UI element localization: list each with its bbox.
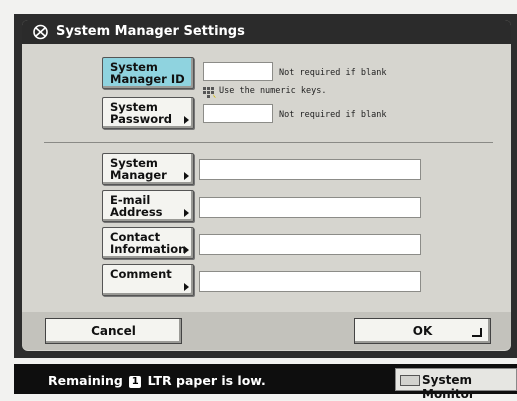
email-address-button[interactable]: E-mail Address bbox=[102, 190, 194, 222]
system-monitor-button[interactable]: System Monitor bbox=[395, 368, 517, 401]
system-password-note: Not required if blank bbox=[279, 110, 387, 120]
comment-label: Comment bbox=[110, 267, 172, 281]
cancel-label: Cancel bbox=[91, 324, 136, 338]
comment-button[interactable]: Comment bbox=[102, 264, 194, 296]
paper-tray-badge: 1 bbox=[129, 376, 142, 388]
system-monitor-label: System Monitor bbox=[422, 373, 475, 401]
numeric-keys-hint: Use the numeric keys. bbox=[219, 86, 327, 96]
cancel-button[interactable]: Cancel bbox=[45, 318, 182, 344]
arrow-right-icon bbox=[184, 116, 189, 124]
contact-information-label: Contact Information bbox=[110, 230, 187, 256]
enter-icon bbox=[472, 328, 482, 337]
email-address-label: E-mail Address bbox=[110, 193, 163, 219]
status-message: Remaining 1 LTR paper is low. bbox=[48, 373, 266, 388]
numeric-keys-icon bbox=[203, 84, 217, 103]
title-bar: System Manager Settings bbox=[22, 20, 511, 44]
settings-wrench-icon bbox=[32, 24, 49, 44]
system-manager-id-button[interactable]: System Manager ID bbox=[102, 57, 194, 89]
system-password-button[interactable]: System Password bbox=[102, 97, 194, 129]
system-monitor-icon bbox=[400, 375, 420, 386]
ok-button[interactable]: OK bbox=[354, 318, 491, 344]
system-password-field[interactable] bbox=[203, 104, 273, 123]
system-manager-id-label: System Manager ID bbox=[110, 60, 185, 86]
comment-field[interactable] bbox=[199, 271, 421, 292]
section-divider bbox=[44, 142, 493, 143]
contact-information-field[interactable] bbox=[199, 234, 421, 255]
arrow-right-icon bbox=[184, 246, 189, 254]
system-manager-id-note: Not required if blank bbox=[279, 68, 387, 78]
system-manager-button[interactable]: System Manager bbox=[102, 153, 194, 185]
email-address-field[interactable] bbox=[199, 197, 421, 218]
system-manager-id-field[interactable] bbox=[203, 62, 273, 81]
arrow-right-icon bbox=[184, 283, 189, 291]
arrow-right-icon bbox=[184, 172, 189, 180]
system-password-label: System Password bbox=[110, 100, 172, 126]
arrow-right-icon bbox=[184, 209, 189, 217]
system-manager-field[interactable] bbox=[199, 159, 421, 180]
window-title: System Manager Settings bbox=[56, 24, 245, 39]
ok-label: OK bbox=[412, 324, 433, 338]
contact-information-button[interactable]: Contact Information bbox=[102, 227, 194, 259]
system-manager-label: System Manager bbox=[110, 156, 167, 182]
